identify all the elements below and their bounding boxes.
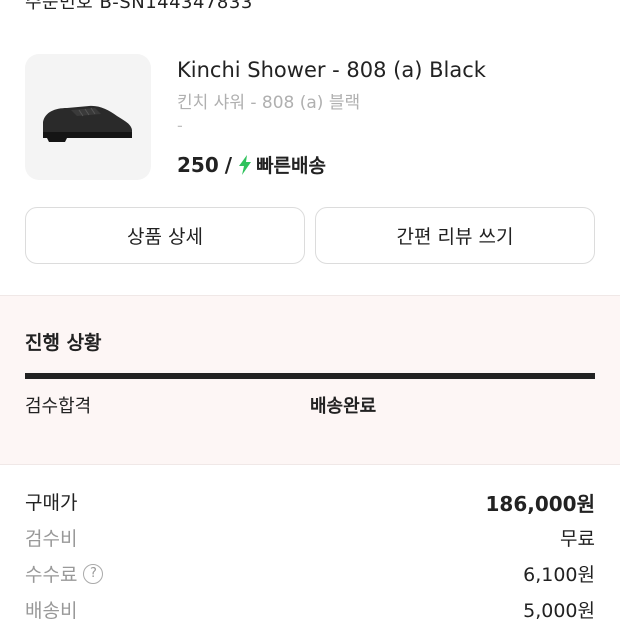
fee-label: 배송비 (25, 600, 78, 620)
fast-shipping-badge: 빠른배송 (256, 155, 326, 177)
product-size: 250 (177, 152, 219, 177)
progress-bar (25, 373, 595, 379)
product-name-en: Kinchi Shower - 808 (a) Black (177, 58, 486, 82)
order-number: 주문번호 B-SN144347833 (25, 0, 253, 13)
product-card[interactable]: Kinchi Shower - 808 (a) Black 킨치 샤워 - 80… (25, 54, 595, 182)
fee-label: 수수료 (25, 564, 78, 586)
fee-value: 6,100원 (523, 564, 595, 586)
product-name-ko: 킨치 샤워 - 808 (a) 블랙 (177, 93, 361, 113)
product-option: - (177, 116, 183, 135)
fee-row-purchase-price: 구매가 186,000원 (25, 488, 595, 524)
fee-label-with-help: 수수료 ? (25, 560, 104, 587)
fee-list: 구매가 186,000원 검수비 무료 수수료 ? 6,100원 배송비 5,0… (25, 488, 595, 620)
progress-title: 진행 상황 (25, 332, 102, 354)
quick-review-button[interactable]: 간편 리뷰 쓰기 (315, 207, 595, 264)
product-thumbnail[interactable] (25, 54, 151, 180)
fee-value: 무료 (560, 528, 595, 550)
progress-step-delivered: 배송완료 (310, 396, 377, 417)
fee-value: 5,000원 (523, 600, 595, 620)
progress-step-inspection-passed: 검수합격 (25, 396, 92, 417)
size-shipping-row: 250 / 빠른배송 (177, 151, 326, 178)
lightning-icon (239, 154, 252, 175)
fee-label: 구매가 (25, 492, 78, 514)
product-detail-button[interactable]: 상품 상세 (25, 207, 305, 264)
fee-row-shipping-fee: 배송비 5,000원 (25, 596, 595, 620)
fee-value: 186,000원 (485, 492, 596, 516)
progress-section: 진행 상황 검수합격 배송완료 (0, 295, 620, 465)
separator: / (224, 152, 233, 177)
fee-row-commission: 수수료 ? 6,100원 (25, 560, 595, 596)
shoe-image (43, 105, 132, 142)
question-circle-icon[interactable]: ? (83, 563, 104, 584)
fee-label: 검수비 (25, 528, 78, 550)
fee-row-inspection-fee: 검수비 무료 (25, 524, 595, 560)
